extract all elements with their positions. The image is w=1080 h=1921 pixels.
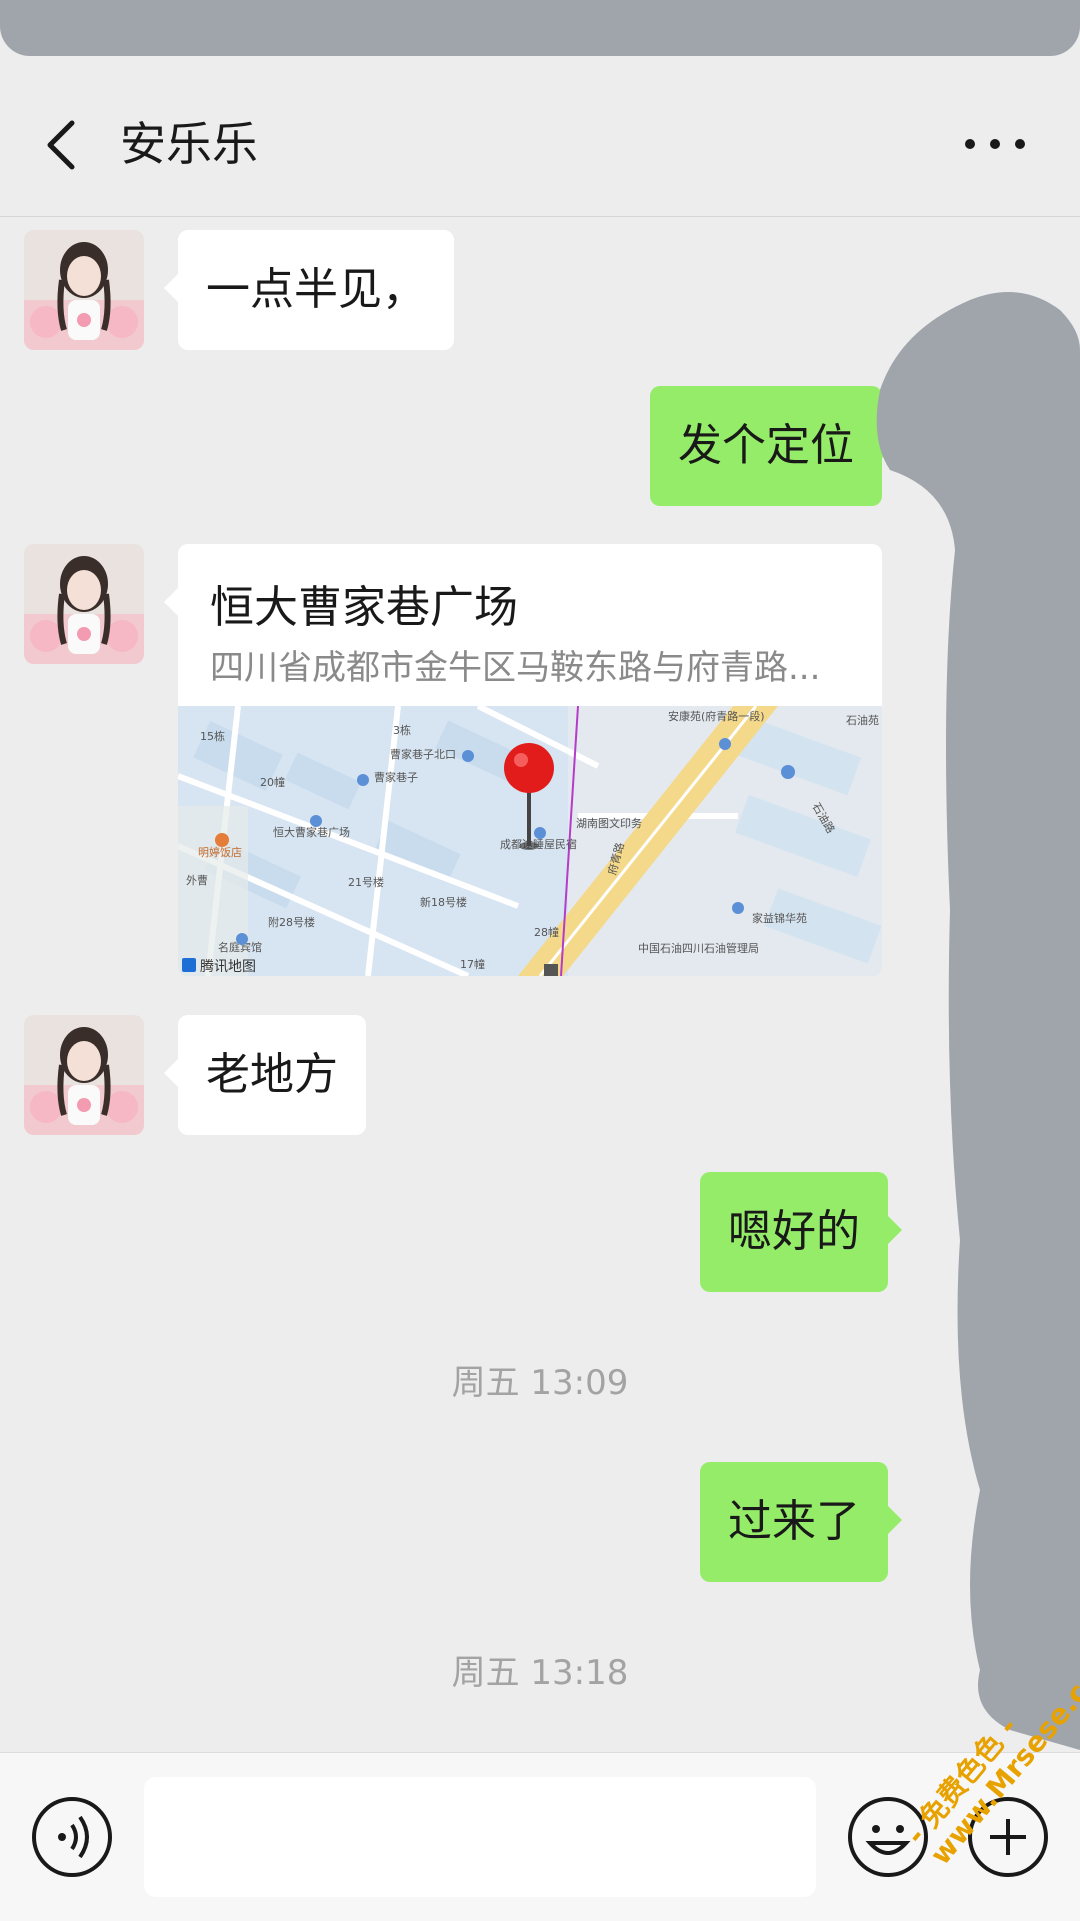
map-label: 15栋 (200, 729, 225, 743)
received-message-bubble[interactable]: 一点半见， (164, 230, 454, 350)
voice-input-icon[interactable] (30, 1795, 114, 1879)
more-options-icon[interactable] (960, 124, 1030, 164)
location-address: 四川省成都市金牛区马鞍东路与府青路... (210, 648, 821, 688)
avatar-image (24, 544, 144, 664)
map-label: 曹家巷子 (374, 770, 418, 784)
avatar-redaction (876, 292, 1080, 1750)
map-label: 新18号楼 (420, 895, 467, 909)
chat-header: 安乐乐 (0, 72, 1080, 217)
received-message-bubble[interactable]: 老地方 (164, 1015, 366, 1135)
map-label: 17幢 (460, 957, 485, 971)
map-label: 安康苑(府青路一段) (668, 709, 765, 723)
location-map-preview: 15栋 3栋 曹家巷子北口 20幢 曹家巷子 恒大曹家巷广场 明婷饭店 外曹 2… (178, 706, 882, 976)
contact-avatar[interactable] (24, 230, 144, 350)
map-label: 成都途睡屋民宿 (500, 837, 577, 851)
map-label: 家益锦华苑 (752, 911, 807, 925)
map-label: 28幢 (534, 925, 559, 939)
svg-text:腾讯地图: 腾讯地图 (200, 958, 256, 975)
chat-title: 安乐乐 (120, 117, 258, 171)
map-label: 中国石油四川石油管理局 (638, 941, 759, 955)
contact-avatar[interactable] (24, 544, 144, 664)
map-label: 21号楼 (348, 875, 384, 889)
avatar-image (24, 1015, 144, 1135)
contact-avatar[interactable] (24, 1015, 144, 1135)
map-label: 20幢 (260, 775, 285, 789)
avatar-image (24, 230, 144, 350)
map-label: 外曹 (186, 874, 208, 887)
map-label: 3栋 (393, 723, 411, 737)
status-bar-redaction (0, 0, 1080, 56)
map-label: 附28号楼 (268, 915, 315, 929)
map-label: 恒大曹家巷广场 (273, 825, 350, 839)
map-label: 湖南图文印务 (576, 816, 642, 830)
bubble-pointer (164, 588, 178, 616)
sent-message-bubble[interactable]: 发个定位 (650, 386, 896, 506)
map-label: 曹家巷子北口 (390, 747, 456, 761)
message-input[interactable] (144, 1777, 816, 1897)
location-message-card[interactable]: 恒大曹家巷广场 四川省成都市金牛区马鞍东路与府青路... 15栋 3栋 曹家巷子… (178, 544, 882, 976)
map-label: 明婷饭店 (198, 845, 242, 859)
location-name: 恒大曹家巷广场 (210, 582, 518, 633)
back-arrow-icon[interactable] (38, 117, 88, 173)
